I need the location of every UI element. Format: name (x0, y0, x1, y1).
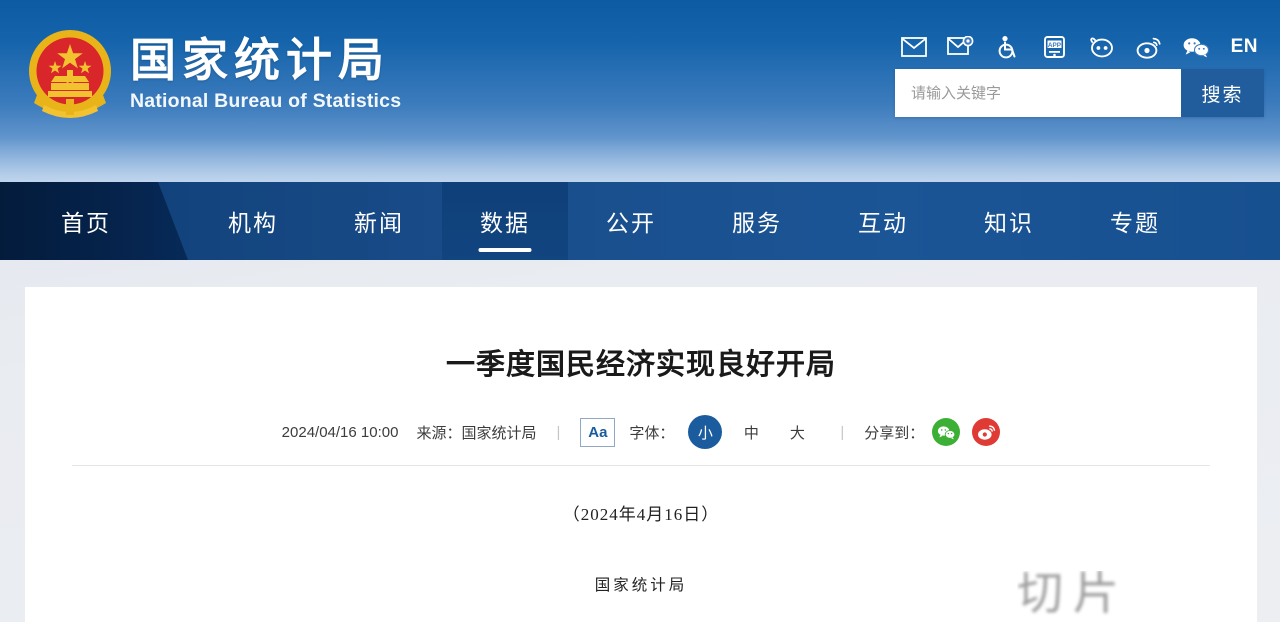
font-size-medium[interactable]: 中 (734, 415, 768, 449)
nav-label: 数据 (480, 210, 530, 236)
search-button[interactable]: 搜索 (1181, 69, 1264, 117)
font-size-options: 小 中 大 (682, 415, 820, 449)
app-icon[interactable]: APP (1041, 33, 1069, 61)
font-size-large[interactable]: 大 (780, 415, 814, 449)
language-toggle-en[interactable]: EN (1231, 36, 1258, 58)
article-source: 来源：国家统计局 (416, 424, 537, 442)
nav-item-disclosure[interactable]: 公开 (568, 182, 694, 260)
nav-item-interaction[interactable]: 互动 (820, 182, 946, 260)
share-icons (932, 418, 1001, 446)
weibo-icon[interactable] (1135, 33, 1163, 61)
font-size-small[interactable]: 小 (688, 415, 723, 449)
font-style-button[interactable]: Aa (580, 417, 616, 447)
meta-divider (72, 465, 1210, 466)
nav-item-service[interactable]: 服务 (694, 182, 820, 260)
nav-label: 机构 (228, 210, 278, 236)
accessibility-icon[interactable] (994, 33, 1022, 61)
nav-item-institution[interactable]: 机构 (190, 182, 316, 260)
nav-label: 知识 (984, 210, 1034, 236)
article-organization: 国家统计局 (594, 577, 688, 594)
search-bar: 搜索 (895, 69, 1264, 117)
nav-item-data[interactable]: 数据 (442, 182, 568, 260)
publish-date: 2024/04/16 10:00 (281, 423, 399, 441)
wechat-icon[interactable] (1182, 33, 1210, 61)
font-size-label: 字体： (629, 424, 675, 442)
nav-item-news[interactable]: 新闻 (316, 182, 442, 260)
nav-label: 首页 (61, 210, 111, 236)
main-navigation: 首页 机构 新闻 数据 公开 服务 互动 知识 专题 (0, 182, 1280, 260)
page-body: 一季度国民经济实现良好开局 2024/04/16 10:00 来源：国家统计局 … (0, 260, 1280, 622)
article-dateline: （2024年4月16日） (562, 505, 720, 524)
nav-label: 新闻 (354, 210, 404, 236)
site-brand[interactable]: 国家统计局 National Bureau of Statistics (24, 25, 401, 121)
mail-subscribe-icon[interactable] (946, 33, 975, 61)
brand-title-cn: 国家统计局 (130, 34, 390, 87)
brand-title-en: National Bureau of Statistics (130, 90, 402, 113)
nav-label: 互动 (858, 210, 908, 236)
nav-label: 公开 (606, 210, 656, 236)
site-header: 国家统计局 National Bureau of Statistics APP … (0, 0, 1280, 182)
svg-text:APP: APP (1048, 42, 1062, 49)
page-title: 一季度国民经济实现良好开局 (445, 349, 836, 381)
meta-separator-1: | (556, 423, 561, 441)
nav-label: 服务 (732, 210, 782, 236)
national-emblem-icon (29, 30, 111, 118)
search-input[interactable] (895, 69, 1181, 117)
share-label: 分享到： (864, 424, 925, 442)
wechat-share-icon[interactable] (932, 418, 961, 446)
article-meta-row: 2024/04/16 10:00 来源：国家统计局 | Aa 字体： 小 中 大… (25, 415, 1257, 449)
nav-item-topics[interactable]: 专题 (1072, 182, 1198, 260)
weibo-share-icon[interactable] (972, 418, 1001, 446)
nav-item-home[interactable]: 首页 (0, 182, 190, 260)
nav-list: 首页 机构 新闻 数据 公开 服务 互动 知识 专题 (0, 182, 1198, 260)
nav-item-knowledge[interactable]: 知识 (946, 182, 1072, 260)
meta-separator-2: | (840, 423, 845, 441)
mail-icon[interactable] (900, 33, 928, 61)
header-tool-strip: APP EN (900, 30, 1258, 64)
nav-label: 专题 (1110, 210, 1160, 236)
article-card: 一季度国民经济实现良好开局 2024/04/16 10:00 来源：国家统计局 … (25, 287, 1257, 622)
toutiao-icon[interactable] (1088, 33, 1116, 61)
